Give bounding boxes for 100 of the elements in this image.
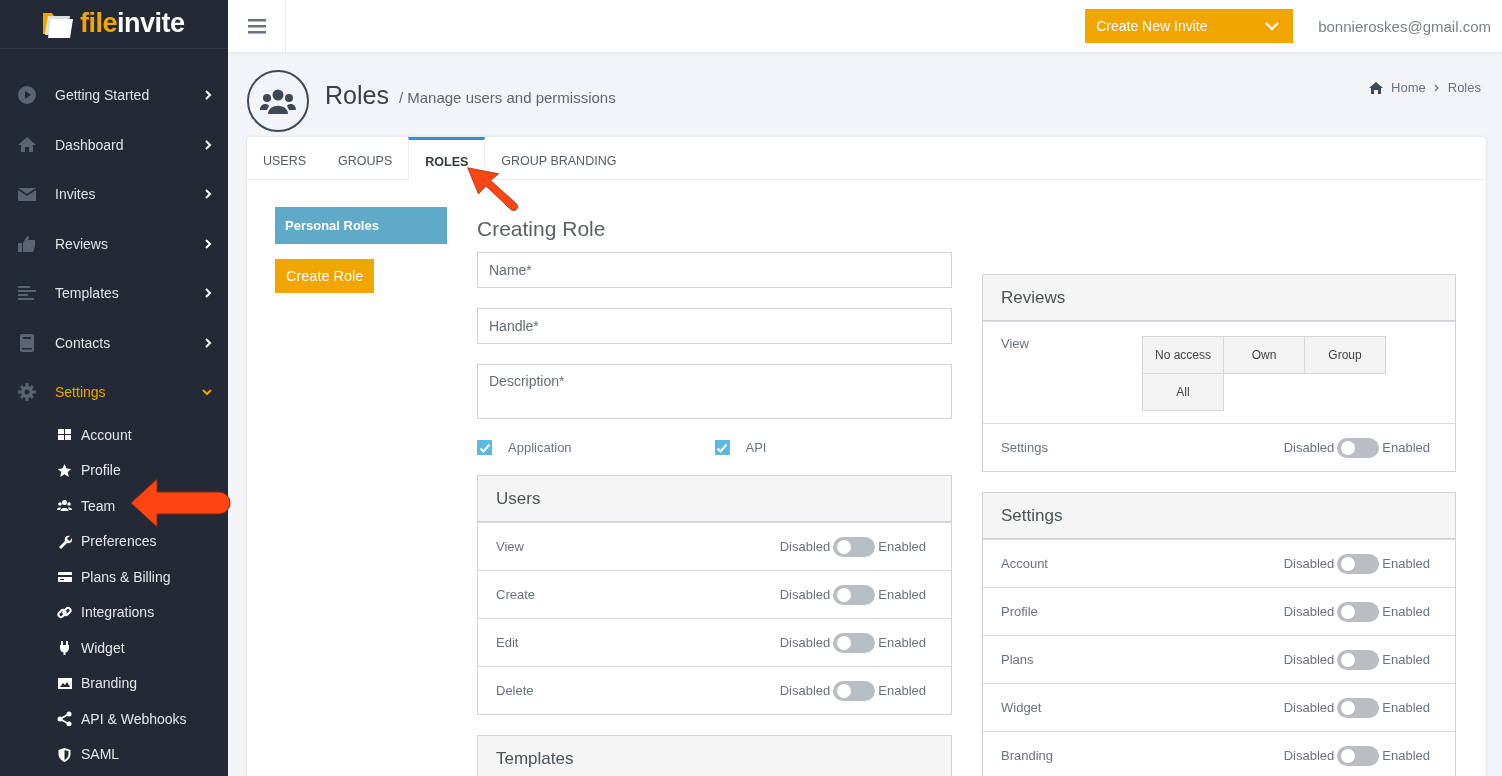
toggle-switch[interactable] — [1337, 697, 1380, 718]
permission-label: Account — [1001, 556, 1049, 571]
sidebar-subitem[interactable]: Team — [0, 488, 116, 524]
toggle-switch[interactable] — [1337, 745, 1380, 766]
text-area[interactable]: Description* — [477, 364, 952, 419]
sidebar-subitem[interactable]: Profile — [0, 452, 121, 488]
link-icon — [57, 604, 72, 620]
sidebar-subitem[interactable]: Branding — [0, 665, 138, 701]
toggle-label: Enabled — [1382, 604, 1430, 619]
chevron-right-icon — [1433, 83, 1440, 92]
sidebar-subitem[interactable]: Account — [0, 417, 132, 453]
permission-label: View — [496, 539, 525, 554]
sidebar-subitem[interactable]: Preferences — [0, 523, 157, 559]
checkbox-label: API — [745, 440, 767, 455]
option-button[interactable]: All — [1142, 373, 1224, 411]
sidebar-subitem[interactable]: Widget — [0, 630, 125, 666]
toggle-label: Disabled — [779, 539, 831, 554]
sidebar-item[interactable]: Getting Started — [0, 70, 228, 120]
option-button[interactable]: Group — [1304, 336, 1386, 374]
toggle-switch[interactable] — [1337, 649, 1380, 670]
panel-header: Users — [478, 476, 951, 522]
toggle-label: Enabled — [878, 587, 926, 602]
sidebar-item[interactable]: Templates — [0, 268, 228, 318]
sidebar-item[interactable]: Settings — [0, 367, 228, 417]
star-icon — [57, 462, 72, 478]
toggle-label: Disabled — [1283, 604, 1335, 619]
toggle-label: Disabled — [1283, 652, 1335, 667]
shield-icon — [57, 746, 72, 762]
sidebar-subitem[interactable]: API & Webhooks — [0, 701, 187, 737]
chevron-right-icon — [204, 238, 212, 249]
tab[interactable]: ROLES — [408, 137, 486, 180]
option-button[interactable]: Own — [1223, 336, 1305, 374]
toggle-switch[interactable] — [833, 584, 876, 605]
toggle-label: Disabled — [779, 683, 831, 698]
chevron-right-icon — [204, 90, 212, 101]
toggle-label: Enabled — [1382, 700, 1430, 715]
permission-label: Branding — [1001, 748, 1055, 763]
sidebar-subitem[interactable]: Integrations — [0, 594, 155, 630]
toggle-label: Disabled — [779, 587, 831, 602]
sidebar-item[interactable]: Contacts — [0, 318, 228, 368]
image-icon — [57, 675, 72, 691]
toggle-switch[interactable] — [1337, 437, 1380, 458]
tab[interactable]: USERS — [247, 137, 323, 179]
toggle-label: Enabled — [1382, 440, 1430, 455]
chevron-right-icon — [204, 189, 212, 200]
sidebar-item[interactable]: Reviews — [0, 219, 228, 269]
breadcrumb-current: Roles — [1447, 80, 1481, 95]
thumbs-up-icon — [17, 233, 37, 254]
toggle-switch[interactable] — [833, 680, 876, 701]
permission-label: Plans — [1001, 652, 1035, 667]
checkmark-icon — [478, 442, 491, 453]
page-subtitle: / Manage users and permissions — [398, 89, 616, 106]
home-icon — [1369, 81, 1384, 94]
permission-label: Delete — [496, 683, 535, 698]
chevron-down-icon — [202, 388, 212, 397]
toggle-label: Disabled — [1283, 748, 1335, 763]
permission-label: Settings — [1001, 440, 1049, 455]
sidebar-item[interactable]: Dashboard — [0, 120, 228, 170]
panel-header: Settings — [983, 493, 1455, 539]
toggle-label: Enabled — [878, 635, 926, 650]
toggle-label: Disabled — [1283, 440, 1335, 455]
toggle-label: Disabled — [1283, 556, 1335, 571]
play-icon — [17, 85, 37, 106]
home-icon — [17, 134, 37, 155]
option-button[interactable]: No access — [1142, 336, 1224, 374]
checkbox[interactable] — [477, 440, 492, 455]
toggle-switch[interactable] — [1337, 553, 1380, 574]
plug-icon — [57, 640, 72, 656]
toggle-switch[interactable] — [833, 632, 876, 653]
chevron-right-icon — [204, 139, 212, 150]
toggle-label: Enabled — [878, 683, 926, 698]
logo-text: fileinvite — [80, 8, 185, 40]
menu-icon — [247, 18, 266, 34]
chevron-right-icon — [204, 337, 212, 348]
sidebar-item[interactable]: Invites — [0, 169, 228, 219]
permission-label: Create — [496, 587, 537, 602]
chevron-down-icon — [1265, 21, 1280, 31]
permission-label: Profile — [1001, 604, 1039, 619]
toggle-switch[interactable] — [833, 536, 876, 557]
input-field[interactable]: Name* — [477, 252, 952, 288]
user-email[interactable]: bonnieroskes@gmail.com — [1318, 17, 1491, 35]
gear-icon — [17, 382, 37, 403]
toggle-label: Enabled — [1382, 652, 1430, 667]
checkbox[interactable] — [714, 440, 730, 455]
input-field[interactable]: Handle* — [477, 308, 952, 344]
permission-label: Widget — [1001, 700, 1043, 715]
toggle-label: Disabled — [1283, 700, 1335, 715]
sidebar-subitem[interactable]: SAML — [0, 736, 120, 772]
tab[interactable]: GROUP BRANDING — [485, 137, 633, 179]
toggle-label: Enabled — [1382, 556, 1430, 571]
breadcrumb-link[interactable]: Home — [1369, 80, 1426, 95]
panel-header: Templates — [478, 736, 951, 776]
tab[interactable]: GROUPS — [322, 137, 409, 179]
share-icon — [57, 711, 72, 727]
toggle-switch[interactable] — [1337, 601, 1380, 622]
permission-label: Edit — [496, 635, 520, 650]
users-icon — [260, 87, 296, 115]
page-title: Roles — [325, 81, 389, 110]
toggle-label: Disabled — [779, 635, 831, 650]
sidebar-subitem[interactable]: Plans & Billing — [0, 559, 171, 595]
